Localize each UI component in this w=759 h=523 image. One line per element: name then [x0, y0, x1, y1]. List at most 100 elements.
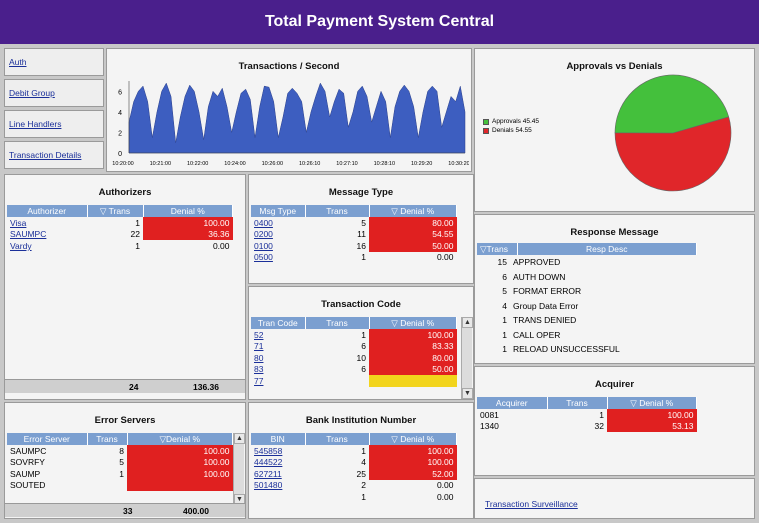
app-title-bar: Total Payment System Central — [0, 0, 759, 44]
nav-item-debit-group[interactable]: Debit Group — [4, 79, 104, 107]
resp-trans: 6 — [502, 271, 507, 282]
col-trans[interactable]: ▽ Trans — [87, 205, 144, 217]
cell-denial: 83.33 — [369, 340, 457, 352]
transaction-surveillance-link[interactable]: Transaction Surveillance — [485, 499, 578, 509]
scroll-up-icon[interactable]: ▲ — [234, 433, 245, 444]
nav-item-auth[interactable]: Auth — [4, 48, 104, 76]
list-item: 1 RELOAD UNSUCCESSFUL — [481, 344, 619, 354]
cell-name[interactable]: Vardy — [7, 240, 87, 252]
col-trans[interactable]: Trans — [305, 317, 370, 329]
nav-item-transaction-details[interactable]: Transaction Details — [4, 141, 104, 169]
col-trans[interactable]: ▽Trans — [477, 243, 518, 255]
nav-item-line-handlers[interactable]: Line Handlers — [4, 110, 104, 138]
col-resp-desc[interactable]: Resp Desc — [517, 243, 697, 255]
x-tick-label: 10:26:00 — [262, 161, 283, 167]
table-row[interactable]: 1 0.00 — [251, 491, 457, 503]
cell-name[interactable]: 545858 — [251, 445, 305, 457]
cell-trans: 6 — [361, 341, 366, 352]
col-denial[interactable]: ▽ Denial % — [607, 397, 697, 409]
cell-name[interactable]: SAUMPC — [7, 229, 87, 241]
table-row[interactable]: 80 10 80.00 — [251, 352, 457, 364]
resp-trans: 1 — [502, 315, 507, 325]
col-bin[interactable]: BIN — [251, 433, 306, 445]
cell-trans: 11 — [357, 229, 366, 240]
cell-name[interactable]: Visa — [7, 217, 87, 229]
table-row[interactable]: 1340 32 53.13 — [477, 420, 697, 432]
table-row[interactable]: 444522 4 100.00 — [251, 456, 457, 469]
authorizers-title: Authorizers — [98, 187, 152, 198]
cell-denial: 80.00 — [369, 217, 457, 229]
col-trans[interactable]: Trans — [305, 205, 370, 217]
table-row[interactable]: SOUTED — [7, 479, 233, 492]
y-tick-label: 6 — [118, 89, 122, 96]
cell-name[interactable]: 501480 — [251, 480, 305, 492]
legend-label-approvals: Approvals 45.45 — [492, 118, 539, 125]
col-denial[interactable]: ▽ Denial % — [369, 433, 457, 445]
cell-name[interactable]: 0500 — [251, 252, 305, 264]
error-servers-totals: 33 400.00 — [5, 503, 245, 517]
cell-name: SOVRFY — [10, 457, 45, 468]
table-row[interactable]: 83 6 50.00 — [251, 363, 457, 376]
nav-link-transaction-details[interactable]: Transaction Details — [9, 150, 81, 160]
cell-name[interactable]: 52 — [251, 329, 305, 341]
col-error-server[interactable]: Error Server — [7, 433, 88, 445]
nav-link-debit-group[interactable]: Debit Group — [9, 88, 55, 98]
col-tran-code[interactable]: Tran Code — [251, 317, 306, 329]
scroll-up-icon[interactable]: ▲ — [462, 317, 473, 328]
table-row[interactable]: SOVRFY 5 100.00 — [7, 456, 233, 468]
resp-desc: TRANS DENIED — [513, 315, 577, 325]
cell-name[interactable]: 444522 — [251, 457, 305, 469]
cell-name[interactable]: 77 — [251, 375, 305, 387]
cell-name[interactable]: 71 — [251, 341, 305, 353]
cell-name[interactable]: 0400 — [251, 217, 305, 229]
table-row[interactable]: 545858 1 100.00 — [251, 445, 457, 457]
table-row[interactable]: 0081 1 100.00 — [477, 409, 697, 421]
table-row[interactable]: 52 1 100.00 — [251, 329, 457, 341]
x-tick-label: 10:27:10 — [336, 161, 357, 167]
table-row[interactable]: 0400 5 80.00 — [251, 217, 457, 229]
cell-denial: 50.00 — [369, 363, 457, 375]
col-trans[interactable]: Trans — [305, 433, 370, 445]
col-msg-type[interactable]: Msg Type — [251, 205, 306, 217]
cell-denial: 100.00 — [143, 217, 233, 229]
col-authorizer[interactable]: Authorizer — [7, 205, 88, 217]
col-denial[interactable]: Denial % — [143, 205, 233, 217]
col-trans[interactable]: Trans — [87, 433, 128, 445]
transaction-code-scrollbar[interactable]: ▲ ▼ — [461, 317, 473, 399]
cell-denial: 100.00 — [127, 445, 233, 457]
col-denial[interactable]: ▽Denial % — [127, 433, 233, 445]
table-row[interactable]: 71 6 83.33 — [251, 340, 457, 353]
cell-name[interactable]: 627211 — [251, 468, 305, 480]
table-row[interactable]: SAUMPC 22 36.36 — [7, 228, 233, 241]
col-trans[interactable]: Trans — [547, 397, 608, 409]
table-row[interactable]: Visa 1 100.00 — [7, 217, 233, 229]
nav-link-auth[interactable]: Auth — [9, 57, 27, 67]
table-row[interactable]: 0500 1 0.00 — [251, 252, 457, 264]
error-servers-total-denial: 400.00 — [183, 505, 209, 516]
col-acquirer[interactable]: Acquirer — [477, 397, 548, 409]
col-denial[interactable]: ▽ Denial % — [369, 317, 457, 329]
table-row[interactable]: 77 — [251, 375, 457, 387]
table-row[interactable]: 0100 16 50.00 — [251, 240, 457, 252]
message-type-title: Message Type — [328, 187, 394, 198]
scroll-down-icon[interactable]: ▼ — [462, 388, 473, 399]
table-row[interactable]: Vardy 1 0.00 — [7, 240, 233, 252]
table-row[interactable]: 501480 2 0.00 — [251, 480, 457, 492]
table-row[interactable]: SAUMPC 8 100.00 — [7, 445, 233, 457]
cell-name[interactable]: 83 — [251, 364, 305, 376]
table-row[interactable]: 627211 25 52.00 — [251, 468, 457, 480]
col-denial[interactable]: ▽ Denial % — [369, 205, 457, 217]
x-tick-label: 10:29:20 — [411, 161, 432, 167]
cell-name[interactable]: 0100 — [251, 240, 305, 252]
cell-name[interactable]: 80 — [251, 352, 305, 364]
y-tick-label: 4 — [118, 110, 122, 117]
table-row[interactable]: 0200 11 54.55 — [251, 228, 457, 241]
x-tick-label: 10:20:00 — [112, 161, 133, 167]
cell-name[interactable] — [251, 491, 305, 503]
nav-link-line-handlers[interactable]: Line Handlers — [9, 119, 61, 129]
cell-name[interactable]: 0200 — [251, 229, 305, 241]
error-servers-scrollbar[interactable]: ▲ ▼ — [233, 433, 245, 505]
table-row[interactable]: SAUMP 1 100.00 — [7, 468, 233, 480]
cell-trans — [87, 480, 127, 492]
cell-name: SAUMPC — [10, 445, 47, 456]
